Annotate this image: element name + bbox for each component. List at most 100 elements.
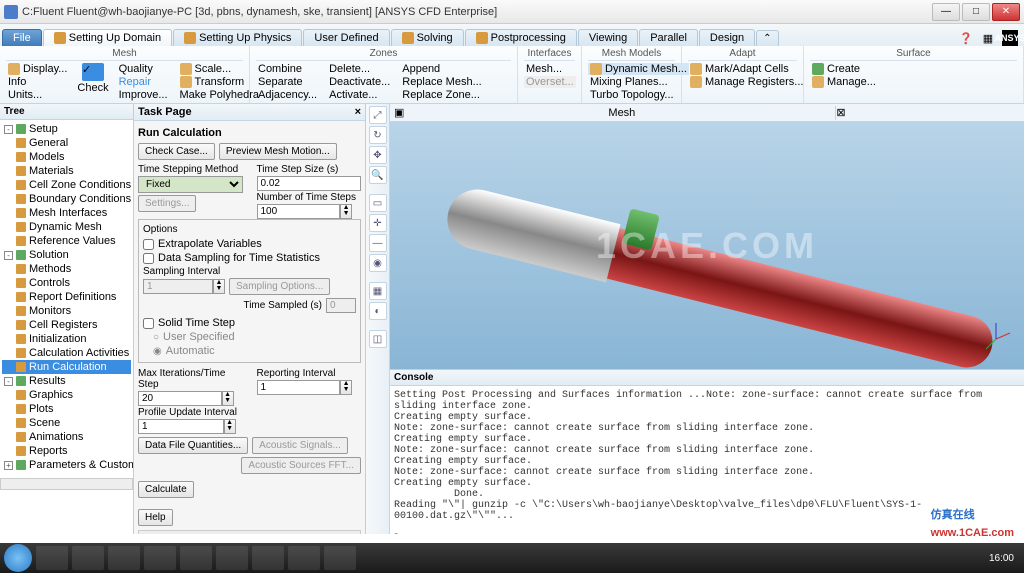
tree-node[interactable]: Cell Zone Conditions bbox=[2, 178, 131, 192]
transform-button[interactable]: Transform bbox=[178, 76, 262, 88]
taskbar-app-2[interactable] bbox=[72, 546, 104, 570]
tree-node[interactable]: Models bbox=[2, 150, 131, 164]
combine-button[interactable]: Combine bbox=[256, 63, 319, 75]
taskbar-app-1[interactable] bbox=[36, 546, 68, 570]
tree-node[interactable]: Scene bbox=[2, 416, 131, 430]
mixing-planes-button[interactable]: Mixing Planes... bbox=[588, 76, 689, 88]
windows-taskbar[interactable]: 16:00 bbox=[0, 543, 1024, 573]
zoom-fit-icon[interactable]: ⤢ bbox=[369, 106, 387, 124]
create-surface-button[interactable]: Create bbox=[810, 63, 878, 75]
replace-zone-button[interactable]: Replace Zone... bbox=[400, 89, 483, 101]
calculate-button[interactable]: Calculate bbox=[138, 481, 194, 498]
samp-interval-spinner[interactable]: ▲▼ bbox=[213, 279, 225, 294]
tree-scrollbar[interactable] bbox=[0, 478, 133, 490]
info-button[interactable]: Info bbox=[6, 76, 69, 88]
help-button[interactable]: Help bbox=[138, 509, 173, 526]
samp-interval-input[interactable] bbox=[143, 279, 213, 294]
tree-node[interactable]: Calculation Activities bbox=[2, 346, 131, 360]
check-case-button[interactable]: Check Case... bbox=[138, 143, 215, 160]
tree-node[interactable]: Controls bbox=[2, 276, 131, 290]
taskbar-clock[interactable]: 16:00 bbox=[989, 553, 1020, 564]
wireframe-icon[interactable]: ▦ bbox=[369, 282, 387, 300]
max-iter-input[interactable] bbox=[138, 391, 222, 406]
taskbar-app-5[interactable] bbox=[180, 546, 212, 570]
quality-button[interactable]: Quality bbox=[117, 63, 170, 75]
adjacency-button[interactable]: Adjacency... bbox=[256, 89, 319, 101]
expand-icon[interactable]: + bbox=[4, 461, 13, 470]
tree-node[interactable]: Mesh Interfaces bbox=[2, 206, 131, 220]
dynamic-mesh-button[interactable]: Dynamic Mesh... bbox=[588, 63, 689, 75]
clip-icon[interactable]: ◫ bbox=[369, 330, 387, 348]
expand-icon[interactable]: - bbox=[4, 251, 13, 260]
scale-button[interactable]: Scale... bbox=[178, 63, 262, 75]
minimize-button[interactable]: — bbox=[932, 3, 960, 21]
append-button[interactable]: Append bbox=[400, 63, 483, 75]
manage-registers-button[interactable]: Manage Registers... bbox=[688, 76, 805, 88]
tree-node[interactable]: Materials bbox=[2, 164, 131, 178]
check-button[interactable]: ✓Check bbox=[77, 63, 108, 101]
taskbar-app-9[interactable] bbox=[324, 546, 356, 570]
improve-button[interactable]: Improve... bbox=[117, 89, 170, 101]
delete-button[interactable]: Delete... bbox=[327, 63, 392, 75]
deactivate-button[interactable]: Deactivate... bbox=[327, 76, 392, 88]
expand-icon[interactable]: - bbox=[4, 125, 13, 134]
manage-surface-button[interactable]: Manage... bbox=[810, 76, 878, 88]
tree-node[interactable]: Animations bbox=[2, 430, 131, 444]
tree-node[interactable]: -Setup bbox=[2, 122, 131, 136]
tree-node[interactable]: Plots bbox=[2, 402, 131, 416]
num-ts-input[interactable] bbox=[257, 204, 341, 219]
prof-upd-input[interactable] bbox=[138, 419, 224, 434]
polyhedra-button[interactable]: Make Polyhedra bbox=[178, 89, 262, 101]
maximize-button[interactable]: □ bbox=[962, 3, 990, 21]
interfaces-mesh-button[interactable]: Mesh... bbox=[524, 63, 576, 75]
rep-int-input[interactable] bbox=[257, 380, 341, 395]
expand-icon[interactable]: - bbox=[4, 377, 13, 386]
view-icon[interactable]: ◉ bbox=[369, 254, 387, 272]
max-iter-spinner[interactable]: ▲▼ bbox=[222, 391, 234, 406]
3d-canvas[interactable]: 1CAE.COM bbox=[390, 122, 1024, 369]
tree-node[interactable]: Reference Values bbox=[2, 234, 131, 248]
units-button[interactable]: Units... bbox=[6, 89, 69, 101]
task-scrollbar[interactable] bbox=[138, 530, 361, 534]
tab-postprocessing[interactable]: Postprocessing bbox=[465, 29, 577, 46]
render-tab-mesh[interactable]: Mesh bbox=[408, 106, 836, 120]
close-button[interactable]: ✕ bbox=[992, 3, 1020, 21]
tree-node[interactable]: Boundary Conditions bbox=[2, 192, 131, 206]
tab-file[interactable]: File bbox=[2, 29, 42, 46]
tree-node[interactable]: -Results bbox=[2, 374, 131, 388]
taskbar-app-7[interactable] bbox=[252, 546, 284, 570]
ts-size-input[interactable] bbox=[257, 176, 362, 191]
pan-icon[interactable]: ✥ bbox=[369, 146, 387, 164]
overset-button[interactable]: Overset... bbox=[524, 76, 576, 88]
tab-setting-up-domain[interactable]: Setting Up Domain bbox=[43, 29, 172, 46]
activate-button[interactable]: Activate... bbox=[327, 89, 392, 101]
data-sampling-checkbox[interactable]: Data Sampling for Time Statistics bbox=[143, 251, 356, 265]
help-icon[interactable]: ❓ bbox=[958, 30, 974, 46]
rep-int-spinner[interactable]: ▲▼ bbox=[340, 380, 352, 395]
start-button[interactable] bbox=[4, 544, 32, 572]
tab-collapse[interactable]: ⌃ bbox=[756, 30, 778, 46]
tab-viewing[interactable]: Viewing bbox=[578, 29, 638, 46]
data-file-button[interactable]: Data File Quantities... bbox=[138, 437, 248, 454]
separate-button[interactable]: Separate bbox=[256, 76, 319, 88]
taskbar-app-4[interactable] bbox=[144, 546, 176, 570]
taskbar-app-3[interactable] bbox=[108, 546, 140, 570]
tree-node[interactable]: Reports bbox=[2, 444, 131, 458]
render-tab-close[interactable]: ⊠ bbox=[836, 106, 845, 119]
preview-mesh-motion-button[interactable]: Preview Mesh Motion... bbox=[219, 143, 337, 160]
tab-parallel[interactable]: Parallel bbox=[639, 29, 698, 46]
task-page-close[interactable]: × bbox=[355, 106, 361, 118]
select-icon[interactable]: ▭ bbox=[369, 194, 387, 212]
replace-mesh-button[interactable]: Replace Mesh... bbox=[400, 76, 483, 88]
tree-node[interactable]: Methods bbox=[2, 262, 131, 276]
extrapolate-checkbox[interactable]: Extrapolate Variables bbox=[143, 237, 356, 251]
tab-setting-up-physics[interactable]: Setting Up Physics bbox=[173, 29, 302, 46]
tree-node[interactable]: Report Definitions bbox=[2, 290, 131, 304]
mark-adapt-button[interactable]: Mark/Adapt Cells bbox=[688, 63, 805, 75]
prof-upd-spinner[interactable]: ▲▼ bbox=[224, 419, 236, 434]
solid-time-step-checkbox[interactable]: Solid Time Step bbox=[143, 316, 356, 330]
tab-solving[interactable]: Solving bbox=[391, 29, 464, 46]
acoustic-signals-button[interactable]: Acoustic Signals... bbox=[252, 437, 348, 454]
settings-button[interactable]: Settings... bbox=[138, 195, 196, 212]
tree-node[interactable]: Monitors bbox=[2, 304, 131, 318]
